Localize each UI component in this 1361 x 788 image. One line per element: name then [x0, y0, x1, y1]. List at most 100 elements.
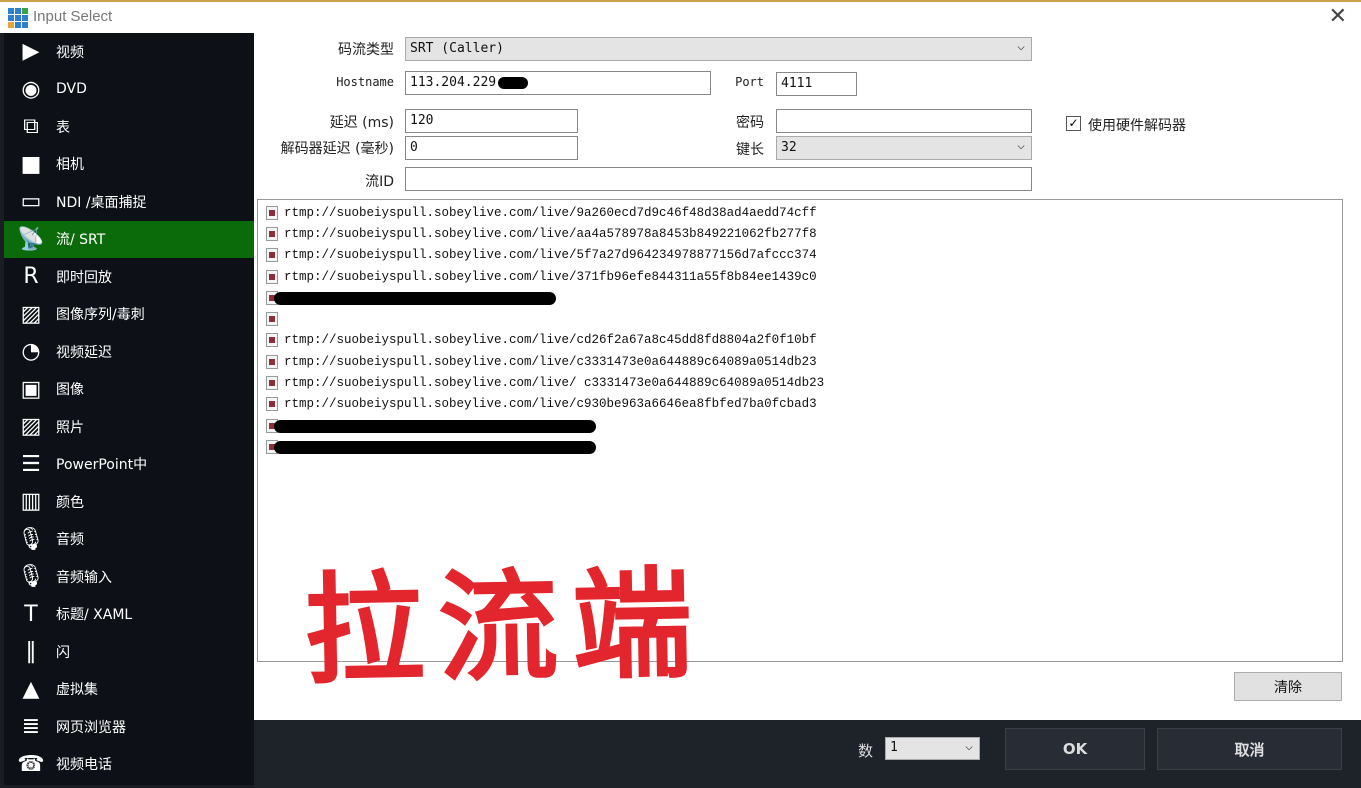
image-icon: ▣	[20, 376, 42, 402]
close-icon[interactable]: ✕	[1329, 4, 1347, 29]
video-file-icon	[266, 397, 278, 412]
sidebar-item[interactable]: ◉ DVD	[4, 71, 254, 109]
window-title: Input Select	[33, 8, 113, 25]
sidebar-item[interactable]: ▶ 视频	[4, 33, 254, 71]
sidebar-item[interactable]: ▨ 图像序列/毒刺	[4, 296, 254, 334]
sidebar-item[interactable]: ▨ 照片	[4, 408, 254, 446]
stream-type-value: SRT (Caller)	[410, 41, 504, 56]
clear-button[interactable]: 清除	[1234, 672, 1342, 701]
color-icon: ▥	[20, 489, 42, 515]
list-item[interactable]: rtmp://suobeiyspull.sobeylive.com/live/c…	[258, 330, 1342, 351]
latency-input[interactable]: 120	[405, 109, 578, 133]
video-file-icon	[266, 376, 278, 391]
sidebar-item[interactable]: ▲ 虚拟集	[4, 671, 254, 709]
video-icon: ▶	[22, 39, 40, 65]
ok-button[interactable]: OK	[1005, 728, 1145, 770]
stream-id-input[interactable]	[405, 167, 1032, 191]
sidebar-item[interactable]: ◔ 视频延迟	[4, 333, 254, 371]
url-text: rtmp://suobeiyspull.sobeylive.com/live/c…	[284, 397, 817, 412]
url-text: rtmp://suobeiyspull.sobeylive.com/live/c…	[284, 354, 817, 369]
key-length-value: 32	[781, 140, 797, 155]
sidebar-item-label: 表	[56, 119, 70, 136]
stream-type-select[interactable]: SRT (Caller) ⌵	[405, 37, 1032, 61]
antenna-icon: 📡	[17, 226, 45, 252]
chevron-down-icon: ⌵	[1017, 138, 1025, 153]
sidebar-item-label: 网页浏览器	[56, 719, 126, 736]
sidebar-item[interactable]: 🎙 音频输入	[4, 558, 254, 596]
sidebar-item[interactable]: ‖ 闪	[4, 633, 254, 671]
hostname-value: 113.204.229.	[410, 75, 504, 90]
sidebar-item[interactable]: T 标题/ XAML	[4, 596, 254, 634]
list-item[interactable]	[258, 436, 1342, 457]
app-logo-icon	[8, 8, 28, 28]
list-item[interactable]	[258, 308, 1342, 329]
redaction-mark	[498, 77, 528, 89]
list-item[interactable]: rtmp://suobeiyspull.sobeylive.com/live/3…	[258, 266, 1342, 287]
list-item[interactable]	[258, 287, 1342, 308]
port-label: Port	[735, 75, 764, 89]
sidebar-item[interactable]: ⧉ 表	[4, 108, 254, 146]
sidebar-item[interactable]: ☰ PowerPoint中	[4, 446, 254, 484]
latency-label: 延迟 (ms)	[329, 115, 394, 131]
video-file-icon	[266, 354, 278, 369]
url-text: rtmp://suobeiyspull.sobeylive.com/live/a…	[284, 226, 817, 241]
stream-id-label: 流ID	[365, 174, 394, 190]
video-file-icon	[266, 269, 278, 284]
sidebar-item[interactable]: 📡 流/ SRT	[4, 220, 254, 258]
sidebar-item-label: 音频输入	[56, 569, 112, 586]
replay-icon: R	[23, 264, 39, 290]
key-length-select[interactable]: 32 ⌵	[776, 136, 1032, 160]
hw-decoder-checkbox[interactable]: ✓	[1066, 116, 1081, 131]
sidebar-item-label: 相机	[56, 157, 84, 174]
presentation-icon: ☰	[21, 451, 41, 477]
list-icon: ⧉	[23, 114, 39, 140]
title-icon: T	[24, 601, 38, 627]
key-length-label: 键长	[736, 142, 764, 158]
port-input[interactable]: 4111	[776, 72, 857, 96]
cancel-button[interactable]: 取消	[1157, 728, 1342, 770]
sidebar-item-label: NDI /桌面捕捉	[56, 194, 147, 211]
list-item[interactable]: rtmp://suobeiyspull.sobeylive.com/live/c…	[258, 351, 1342, 372]
sidebar-item-label: PowerPoint中	[56, 457, 148, 474]
list-item[interactable]: rtmp://suobeiyspull.sobeylive.com/live/ …	[258, 372, 1342, 393]
sidebar-item[interactable]: 🎙 音频	[4, 521, 254, 559]
video-call-icon: ☎	[17, 751, 45, 777]
list-item[interactable]: rtmp://suobeiyspull.sobeylive.com/live/c…	[258, 394, 1342, 415]
sidebar-item-label: 流/ SRT	[56, 232, 106, 249]
stream-settings-panel: 码流类型 SRT (Caller) ⌵ Hostname 113.204.229.…	[254, 33, 1361, 720]
decoder-delay-input[interactable]: 0	[405, 136, 578, 160]
list-item[interactable]: rtmp://suobeiyspull.sobeylive.com/live/a…	[258, 223, 1342, 244]
sidebar-item-label: 颜色	[56, 494, 84, 511]
sidebar-item-label: 视频电话	[56, 757, 112, 774]
sidebar-item-label: 虚拟集	[56, 682, 98, 699]
hostname-input[interactable]: 113.204.229.	[405, 71, 711, 95]
count-select[interactable]: 1 ⌵	[885, 737, 980, 760]
sidebar-item[interactable]: ■ 相机	[4, 146, 254, 184]
list-item[interactable]	[258, 415, 1342, 436]
title-bar: Input Select ✕	[0, 0, 1361, 33]
sidebar-item-label: 图像	[56, 382, 84, 399]
sidebar-item[interactable]: ▥ 颜色	[4, 483, 254, 521]
sidebar-item[interactable]: ☎ 视频电话	[4, 746, 254, 784]
video-file-icon	[266, 333, 278, 348]
sidebar-item[interactable]: R 即时回放	[4, 258, 254, 296]
sidebar-item[interactable]: ▣ 图像	[4, 371, 254, 409]
camera-icon: ■	[20, 151, 42, 177]
video-file-icon	[266, 312, 278, 327]
sidebar-item[interactable]: ▭ NDI /桌面捕捉	[4, 183, 254, 221]
browser-icon: ≣	[21, 714, 41, 740]
list-item[interactable]: rtmp://suobeiyspull.sobeylive.com/live/9…	[258, 202, 1342, 223]
sidebar-item-label: 即时回放	[56, 269, 112, 286]
video-file-icon	[266, 226, 278, 241]
chevron-down-icon: ⌵	[1017, 39, 1025, 54]
list-item[interactable]: rtmp://suobeiyspull.sobeylive.com/live/5…	[258, 245, 1342, 266]
microphone-icon: 🎙	[17, 564, 45, 590]
url-history-list[interactable]: rtmp://suobeiyspull.sobeylive.com/live/9…	[257, 199, 1343, 701]
password-input[interactable]	[776, 109, 1032, 133]
url-text: rtmp://suobeiyspull.sobeylive.com/live/9…	[284, 205, 817, 220]
sidebar-item-label: 图像序列/毒刺	[56, 307, 145, 324]
sidebar-item[interactable]: ≣ 网页浏览器	[4, 708, 254, 746]
url-text: rtmp://suobeiyspull.sobeylive.com/live/c…	[284, 333, 817, 348]
chevron-down-icon: ⌵	[965, 739, 973, 754]
redaction-mark	[274, 292, 556, 306]
